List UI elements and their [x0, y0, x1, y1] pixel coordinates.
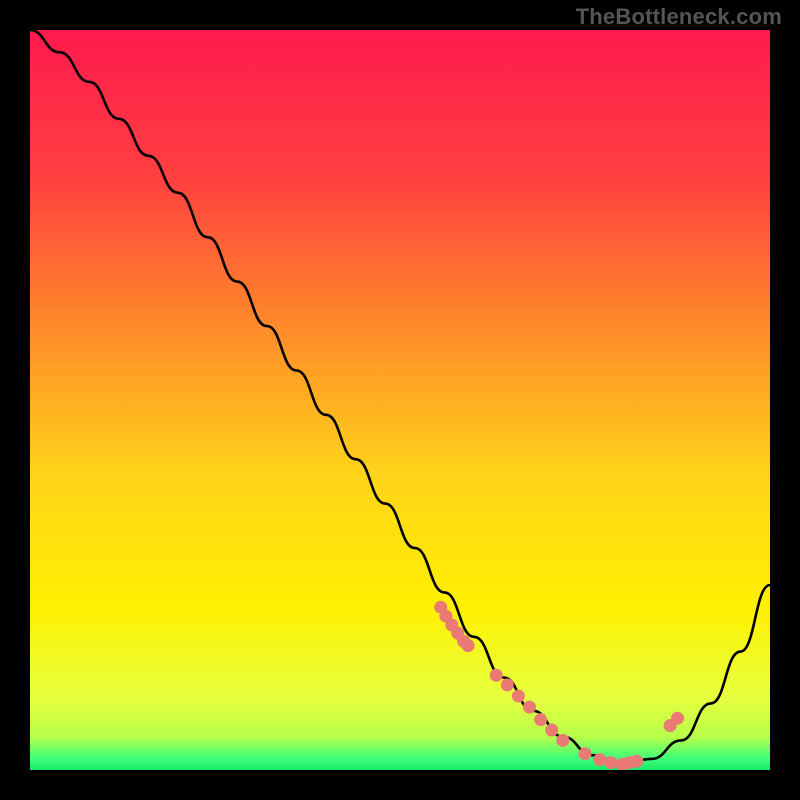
data-point — [556, 734, 569, 747]
data-point — [671, 712, 684, 725]
heatmap-curve-chart — [30, 30, 770, 770]
data-point — [593, 753, 606, 766]
data-point — [630, 755, 643, 768]
watermark-text: TheBottleneck.com — [576, 4, 782, 30]
data-point — [490, 669, 503, 682]
data-point — [512, 690, 525, 703]
data-point — [534, 713, 547, 726]
chart-container: TheBottleneck.com — [0, 0, 800, 800]
data-point — [579, 747, 592, 760]
data-point — [523, 701, 536, 714]
gradient-background — [30, 30, 770, 770]
data-point — [545, 724, 558, 737]
data-point — [604, 756, 617, 769]
plot-area — [30, 30, 770, 770]
data-point — [462, 639, 475, 652]
data-point — [501, 678, 514, 691]
